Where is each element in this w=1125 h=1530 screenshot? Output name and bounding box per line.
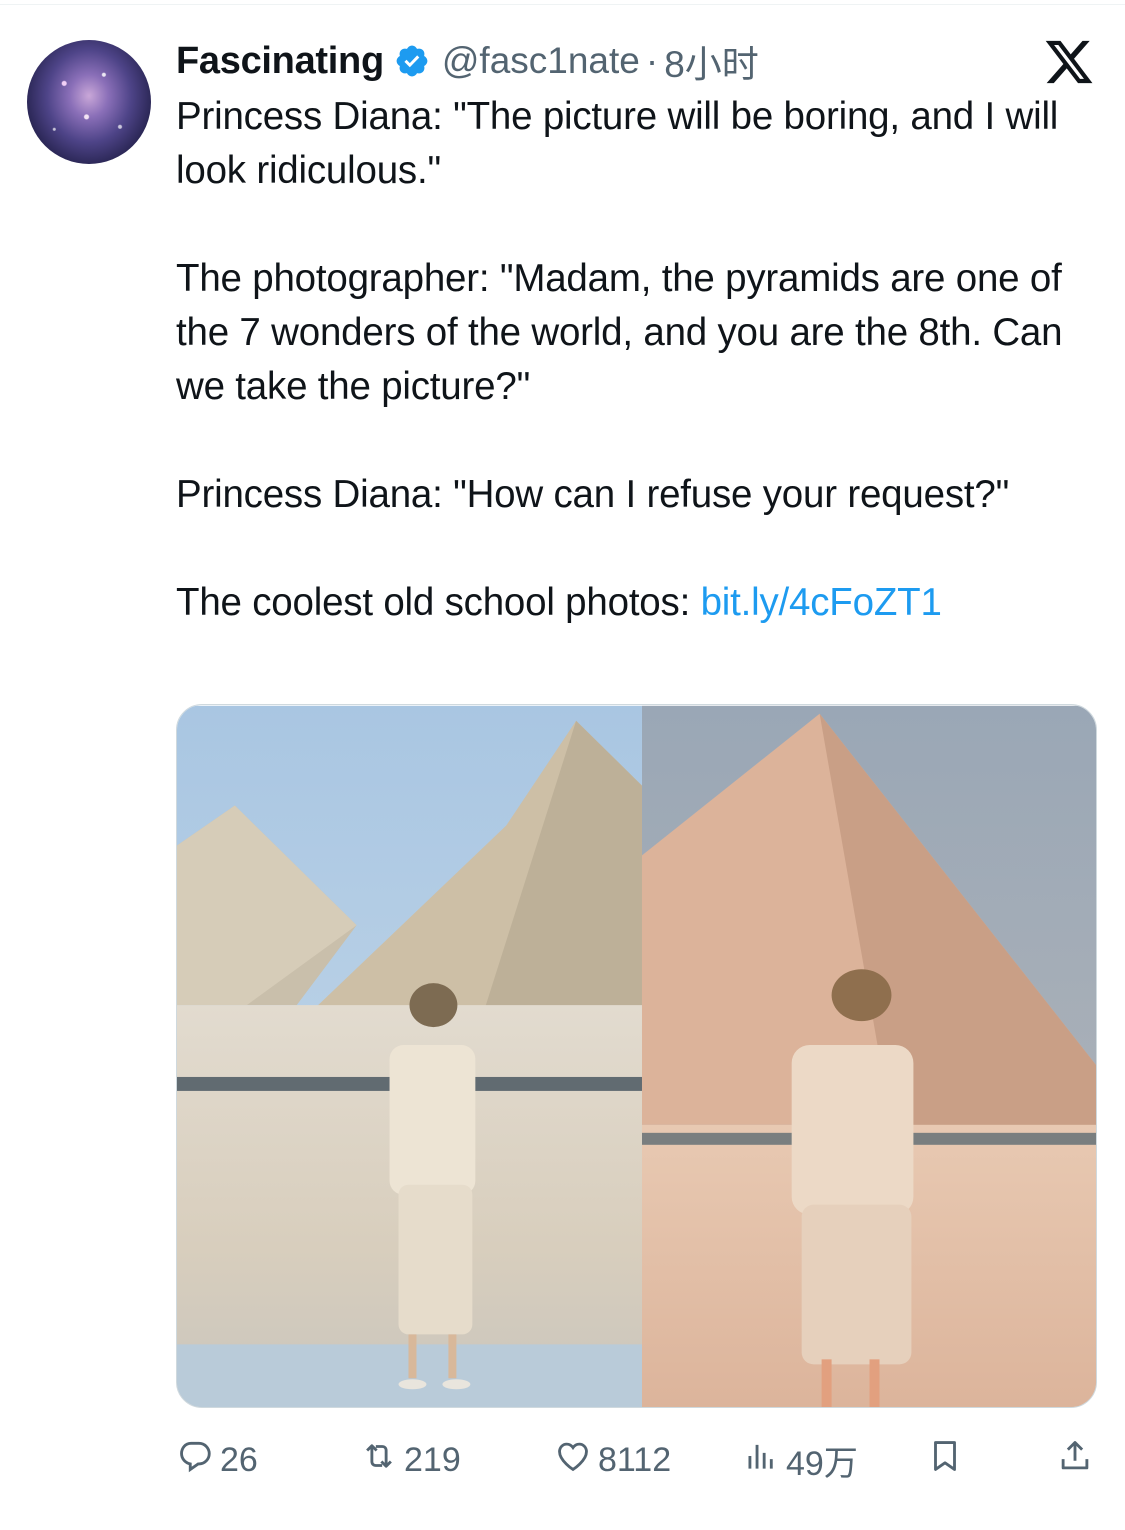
- tweet-media[interactable]: [176, 704, 1097, 1408]
- reply-button[interactable]: 26: [176, 1432, 258, 1488]
- top-divider: [0, 4, 1125, 5]
- reply-count: 26: [220, 1440, 258, 1479]
- views-icon: [742, 1437, 780, 1484]
- separator-dot: ·: [645, 40, 659, 81]
- promo-link[interactable]: bit.ly/4cFoZT1: [701, 581, 942, 624]
- tweet-paragraph-1: Princess Diana: "The picture will be bor…: [176, 95, 1059, 192]
- display-name[interactable]: Fascinating: [176, 40, 384, 83]
- x-logo-icon: [1043, 36, 1095, 88]
- heart-icon: [554, 1437, 592, 1484]
- views-count: 49万: [786, 1444, 858, 1483]
- promo-text: The coolest old school photos:: [176, 581, 701, 624]
- user-handle[interactable]: @fasc1nate: [442, 40, 640, 82]
- tweet-paragraph-3: Princess Diana: "How can I refuse your r…: [176, 473, 1010, 516]
- like-count: 8112: [598, 1440, 672, 1479]
- share-button[interactable]: [1056, 1432, 1094, 1488]
- views-button[interactable]: 49万: [742, 1432, 858, 1488]
- tweet-body: Princess Diana: "The picture will be bor…: [176, 90, 1096, 630]
- photo-right[interactable]: [641, 705, 1096, 1408]
- repost-count: 219: [404, 1440, 461, 1479]
- avatar[interactable]: [27, 40, 151, 164]
- tweet-header: Fascinating @fasc1nate · 8小时: [176, 36, 759, 86]
- action-bar: 26 219 8112 49万: [176, 1432, 1096, 1488]
- photo-left[interactable]: [177, 705, 642, 1408]
- tweet-paragraph-4: The coolest old school photos: bit.ly/4c…: [176, 576, 1096, 630]
- verified-badge-icon: [394, 43, 430, 79]
- bookmark-icon: [926, 1437, 964, 1484]
- repost-button[interactable]: 219: [360, 1432, 461, 1488]
- like-button[interactable]: 8112: [554, 1432, 671, 1488]
- tweet-paragraph-2: The photographer: "Madam, the pyramids a…: [176, 257, 1063, 408]
- bookmark-button[interactable]: [926, 1432, 964, 1488]
- timestamp[interactable]: 8小时: [664, 34, 759, 88]
- share-icon: [1056, 1437, 1094, 1484]
- reply-icon: [176, 1437, 214, 1484]
- repost-icon: [360, 1437, 398, 1484]
